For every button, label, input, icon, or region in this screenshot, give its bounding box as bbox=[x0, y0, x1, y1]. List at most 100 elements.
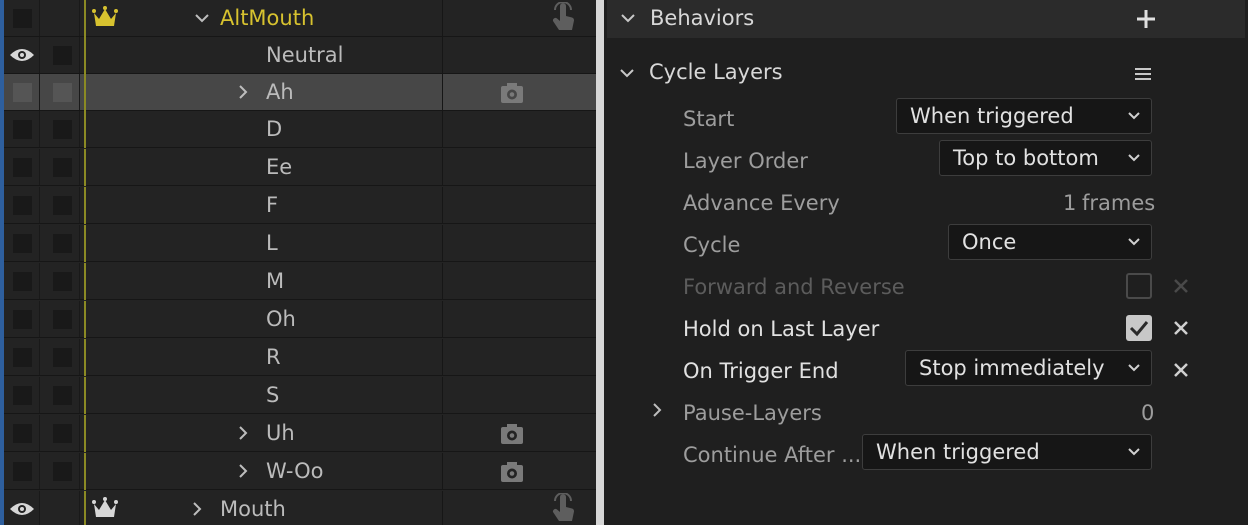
start-dropdown[interactable]: When triggered bbox=[896, 98, 1152, 134]
layer-row-d[interactable]: D bbox=[4, 111, 596, 148]
solo-toggle[interactable] bbox=[53, 46, 72, 65]
cycle-dropdown[interactable]: Once bbox=[948, 224, 1152, 260]
layer-row-uh[interactable]: Uh bbox=[4, 415, 596, 452]
trigger-hand-icon[interactable] bbox=[549, 493, 579, 525]
cycle-value: Once bbox=[962, 230, 1017, 254]
column-divider bbox=[442, 453, 443, 490]
on-trigger-end-dropdown[interactable]: Stop immediately bbox=[905, 350, 1152, 386]
visibility-toggle[interactable] bbox=[13, 424, 32, 443]
solo-toggle[interactable] bbox=[53, 120, 72, 139]
layer-row-w-oo[interactable]: W-Oo bbox=[4, 453, 596, 490]
panel-divider[interactable] bbox=[596, 0, 604, 525]
layer-name: Mouth bbox=[220, 497, 286, 521]
solo-toggle[interactable] bbox=[53, 310, 72, 329]
visibility-toggle[interactable] bbox=[13, 158, 32, 177]
pause-layers-label: Pause-Layers bbox=[683, 401, 822, 425]
visibility-cell bbox=[4, 491, 40, 525]
cycle-behavior-icon[interactable] bbox=[499, 422, 525, 446]
layer-row-l[interactable]: L bbox=[4, 225, 596, 262]
chevron-down-icon bbox=[1128, 154, 1140, 162]
cycle-label: Cycle bbox=[683, 233, 741, 257]
visibility-toggle[interactable] bbox=[13, 348, 32, 367]
behaviors-header[interactable]: Behaviors bbox=[607, 0, 1245, 38]
layer-row-oh[interactable]: Oh bbox=[4, 301, 596, 338]
solo-cell bbox=[44, 301, 80, 337]
chevron-right-icon[interactable] bbox=[237, 463, 249, 479]
chevron-right-icon[interactable] bbox=[237, 84, 249, 100]
layer-order-value: Top to bottom bbox=[953, 146, 1099, 170]
column-divider bbox=[442, 301, 443, 338]
chevron-down-icon[interactable] bbox=[619, 11, 637, 25]
chevron-right-icon[interactable] bbox=[237, 425, 249, 441]
column-divider bbox=[442, 263, 443, 300]
cycle-behavior-icon[interactable] bbox=[499, 81, 525, 105]
crown-icon[interactable] bbox=[92, 5, 118, 29]
hold-last-layer-checkbox[interactable] bbox=[1126, 315, 1152, 341]
add-behavior-plus-icon[interactable] bbox=[1135, 8, 1157, 30]
solo-toggle[interactable] bbox=[53, 272, 72, 291]
visibility-toggle[interactable] bbox=[13, 310, 32, 329]
chevron-right-icon[interactable] bbox=[191, 501, 203, 517]
advance-every-label: Advance Every bbox=[683, 191, 840, 215]
layer-order-label: Layer Order bbox=[683, 149, 808, 173]
column-divider bbox=[442, 149, 443, 186]
layer-row-ee[interactable]: Ee bbox=[4, 149, 596, 186]
visibility-toggle[interactable] bbox=[13, 234, 32, 253]
layer-row-ah[interactable]: Ah bbox=[4, 74, 596, 111]
continue-after-dropdown[interactable]: When triggered bbox=[862, 434, 1152, 470]
behaviors-title: Behaviors bbox=[650, 6, 755, 30]
layer-order-dropdown[interactable]: Top to bottom bbox=[939, 140, 1152, 176]
layer-row-m[interactable]: M bbox=[4, 263, 596, 300]
solo-cell bbox=[44, 377, 80, 413]
solo-toggle[interactable] bbox=[53, 424, 72, 443]
visibility-toggle[interactable] bbox=[13, 120, 32, 139]
solo-toggle[interactable] bbox=[53, 386, 72, 405]
trigger-hand-icon[interactable] bbox=[549, 2, 579, 34]
start-value: When triggered bbox=[910, 104, 1074, 128]
solo-toggle[interactable] bbox=[53, 462, 72, 481]
visibility-cell bbox=[4, 111, 40, 147]
close-icon[interactable] bbox=[1172, 319, 1190, 337]
solo-cell bbox=[44, 0, 118, 36]
on-trigger-end-label: On Trigger End bbox=[683, 359, 839, 383]
layer-row-group-altmouth[interactable]: AltMouth bbox=[4, 0, 596, 37]
visibility-toggle[interactable] bbox=[13, 272, 32, 291]
layer-row-f[interactable]: F bbox=[4, 187, 596, 224]
chevron-down-icon[interactable] bbox=[194, 12, 210, 24]
eye-icon[interactable] bbox=[8, 500, 36, 518]
solo-toggle[interactable] bbox=[53, 234, 72, 253]
cycle-behavior-icon[interactable] bbox=[499, 460, 525, 484]
timeline-panel: AltMouth Neutral Ah D Ee F L M Oh R S Uh… bbox=[0, 0, 596, 525]
visibility-toggle[interactable] bbox=[13, 83, 32, 102]
visibility-toggle[interactable] bbox=[13, 9, 32, 28]
forward-reverse-checkbox[interactable] bbox=[1126, 273, 1152, 299]
visibility-toggle[interactable] bbox=[13, 462, 32, 481]
solo-cell bbox=[44, 339, 80, 375]
close-icon[interactable] bbox=[1172, 361, 1190, 379]
chevron-right-icon[interactable] bbox=[651, 402, 663, 418]
layer-name: Uh bbox=[266, 421, 295, 445]
close-icon[interactable] bbox=[1172, 277, 1190, 295]
solo-toggle[interactable] bbox=[53, 158, 72, 177]
layer-row-r[interactable]: R bbox=[4, 339, 596, 376]
crown-icon[interactable] bbox=[92, 496, 118, 520]
layer-row-group-mouth[interactable]: Mouth bbox=[4, 491, 596, 525]
layer-row-s[interactable]: S bbox=[4, 377, 596, 414]
solo-cell bbox=[44, 225, 80, 261]
solo-cell bbox=[44, 415, 80, 451]
layer-depth-line bbox=[84, 263, 86, 300]
eye-icon[interactable] bbox=[8, 46, 36, 64]
solo-toggle[interactable] bbox=[53, 196, 72, 215]
layer-depth-line bbox=[84, 491, 86, 525]
advance-every-value[interactable]: 1 bbox=[1063, 190, 1076, 216]
visibility-toggle[interactable] bbox=[13, 386, 32, 405]
layer-depth-line bbox=[84, 37, 86, 74]
solo-toggle[interactable] bbox=[53, 83, 72, 102]
chevron-down-icon[interactable] bbox=[618, 66, 636, 80]
layer-row-neutral[interactable]: Neutral bbox=[4, 37, 596, 74]
properties-panel: Behaviors Cycle Layers Start When trigge… bbox=[604, 0, 1248, 525]
cycle-layers-title: Cycle Layers bbox=[649, 60, 783, 84]
hamburger-menu-icon[interactable] bbox=[1134, 67, 1152, 81]
solo-toggle[interactable] bbox=[53, 348, 72, 367]
visibility-toggle[interactable] bbox=[13, 196, 32, 215]
